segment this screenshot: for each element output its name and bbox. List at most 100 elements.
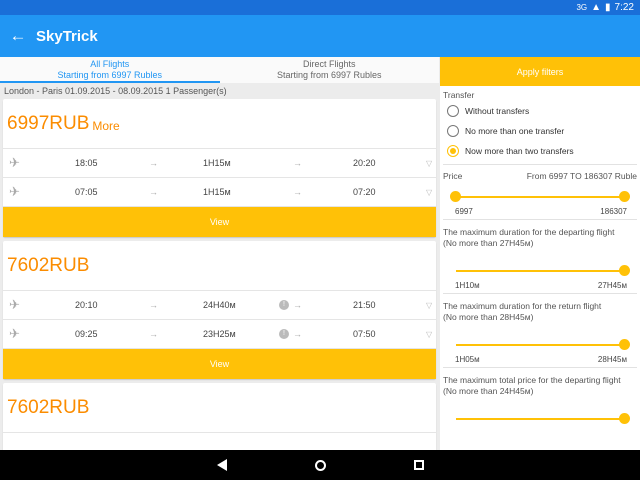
price-range-text: From 6997 TO 186307 Ruble xyxy=(526,171,637,181)
price-row: 7602RUB xyxy=(3,241,436,291)
ret-duration-sub: (No more than 28H45м) xyxy=(443,312,534,322)
price-row: 7602RUB xyxy=(3,383,436,433)
price-row: 6997RUB More xyxy=(3,99,436,149)
dep-duration-labels: 1H10м 27H45м xyxy=(440,281,640,290)
more-link[interactable]: More xyxy=(92,119,119,133)
flight-card: 7602RUB ✈ 20:10 → 24H40м ! → 21:50 ▽ ✈ 0… xyxy=(3,241,436,379)
app-bar: ← SkyTrick xyxy=(0,15,640,57)
divider xyxy=(443,164,637,165)
divider xyxy=(443,219,637,220)
tab-label: Direct Flights xyxy=(302,59,356,69)
radio-two-transfers[interactable]: Now more than two transfers xyxy=(440,141,640,161)
back-arrow-icon[interactable]: ← xyxy=(0,26,36,46)
app-root: 3G ▲ ▮ 7:22 ← SkyTrick All Flights Start… xyxy=(0,0,640,480)
slider-thumb-max[interactable] xyxy=(619,191,630,202)
plane-icon: ✈ xyxy=(9,326,20,341)
slider-thumb[interactable] xyxy=(619,265,630,276)
info-icon[interactable]: ! xyxy=(279,300,289,310)
departure-time: 09:25 xyxy=(75,329,98,339)
view-button[interactable]: View xyxy=(3,207,436,237)
flight-leg[interactable]: ✈ 07:05 → 1H15м → 07:20 ▽ xyxy=(3,178,436,207)
flight-leg[interactable]: ✈ 20:10 → 24H40м ! → 21:50 ▽ xyxy=(3,291,436,320)
flight-leg[interactable]: ✈ 18:05 → 1H15м → 20:20 ▽ xyxy=(3,149,436,178)
total-price-sub: (No more than 24H45м) xyxy=(443,386,534,396)
flight-price: 7602RUB xyxy=(7,396,90,418)
plane-icon: ✈ xyxy=(9,184,20,199)
arrow-right-icon: → xyxy=(293,187,302,197)
slider-thumb-min[interactable] xyxy=(450,191,461,202)
arrow-right-icon: → xyxy=(149,329,158,339)
expand-chevron-icon[interactable]: ▽ xyxy=(426,330,432,339)
status-bar: 3G ▲ ▮ 7:22 xyxy=(0,0,640,15)
plane-icon: ✈ xyxy=(9,155,20,170)
expand-chevron-icon[interactable]: ▽ xyxy=(426,159,432,168)
arrival-time: 07:50 xyxy=(353,329,376,339)
arrival-time: 21:50 xyxy=(353,300,376,310)
slider-track xyxy=(456,270,624,272)
slider-thumb[interactable] xyxy=(619,339,630,350)
tab-direct-flights[interactable]: Direct Flights Starting from 6997 Rubles xyxy=(220,57,440,83)
flight-leg[interactable]: ✈ 09:25 → 23H25м ! → 07:50 ▽ xyxy=(3,320,436,349)
tab-all-flights[interactable]: All Flights Starting from 6997 Rubles xyxy=(0,57,220,83)
price-filter-header: Price From 6997 TO 186307 Ruble xyxy=(440,168,640,181)
dep-duration-min: 1H10м xyxy=(455,281,480,290)
price-range-slider[interactable] xyxy=(450,189,630,205)
expand-chevron-icon[interactable]: ▽ xyxy=(426,188,432,197)
tab-label: All Flights xyxy=(90,59,130,69)
radio-label: Without transfers xyxy=(465,106,530,116)
arrow-right-icon: → xyxy=(149,158,158,168)
slider-track xyxy=(456,196,624,198)
ret-duration-min: 1H05м xyxy=(455,355,480,364)
nav-recents-icon[interactable] xyxy=(413,460,424,470)
total-price-slider[interactable] xyxy=(450,411,630,427)
ret-duration-slider[interactable] xyxy=(450,337,630,353)
price-title: Price xyxy=(443,171,463,181)
ret-duration-labels: 1H05м 28H45м xyxy=(440,355,640,364)
flight-duration: 24H40м xyxy=(203,300,236,310)
radio-label: Now more than two transfers xyxy=(465,146,574,156)
arrow-right-icon: → xyxy=(149,300,158,310)
arrow-right-icon: → xyxy=(293,158,302,168)
dep-duration-max: 27H45м xyxy=(597,281,627,290)
flight-duration: 1H15м xyxy=(203,187,231,197)
radio-label: No more than one transfer xyxy=(465,126,565,136)
flight-duration: 23H25м xyxy=(203,329,236,339)
price-range-labels: 6997 186307 xyxy=(440,207,640,216)
arrow-right-icon: → xyxy=(293,329,302,339)
dep-duration-title: The maximum duration for the departing f… xyxy=(443,227,615,237)
filters-pane: Apply filters Transfer Without transfers… xyxy=(440,57,640,450)
slider-track xyxy=(456,418,624,420)
status-time: 7:22 xyxy=(614,2,634,13)
nav-back-icon[interactable] xyxy=(216,459,227,471)
slider-track xyxy=(456,344,624,346)
search-summary: London - Paris 01.09.2015 - 08.09.2015 1… xyxy=(4,86,227,96)
dep-duration-sub: (No more than 27H45м) xyxy=(443,238,534,248)
app-title: SkyTrick xyxy=(36,27,98,45)
info-icon[interactable]: ! xyxy=(279,329,289,339)
nav-home-icon[interactable] xyxy=(314,459,326,471)
flight-duration: 1H15м xyxy=(203,158,231,168)
arrow-right-icon: → xyxy=(293,300,302,310)
dep-duration-slider[interactable] xyxy=(450,263,630,279)
departure-time: 20:10 xyxy=(75,300,98,310)
system-nav-bar xyxy=(0,450,640,480)
flight-leg[interactable] xyxy=(3,433,436,450)
tab-sub: Starting from 6997 Rubles xyxy=(57,70,163,80)
flight-card: 6997RUB More ✈ 18:05 → 1H15м → 20:20 ▽ ✈… xyxy=(3,99,436,237)
departure-time: 18:05 xyxy=(75,158,98,168)
transfer-title: Transfer xyxy=(443,90,475,100)
expand-chevron-icon[interactable]: ▽ xyxy=(426,301,432,310)
radio-one-transfer[interactable]: No more than one transfer xyxy=(440,121,640,141)
ret-duration-title: The maximum duration for the return flig… xyxy=(443,301,602,311)
divider xyxy=(443,293,637,294)
plane-icon: ✈ xyxy=(9,297,20,312)
signal-icon: 3G xyxy=(576,3,588,12)
view-button[interactable]: View xyxy=(3,349,436,379)
radio-icon xyxy=(447,105,459,117)
slider-thumb[interactable] xyxy=(619,413,630,424)
radio-without-transfers[interactable]: Without transfers xyxy=(440,101,640,121)
arrival-time: 07:20 xyxy=(353,187,376,197)
radio-icon xyxy=(447,145,459,157)
wifi-icon: ▲ xyxy=(591,2,602,13)
apply-filters-button[interactable]: Apply filters xyxy=(440,57,640,86)
